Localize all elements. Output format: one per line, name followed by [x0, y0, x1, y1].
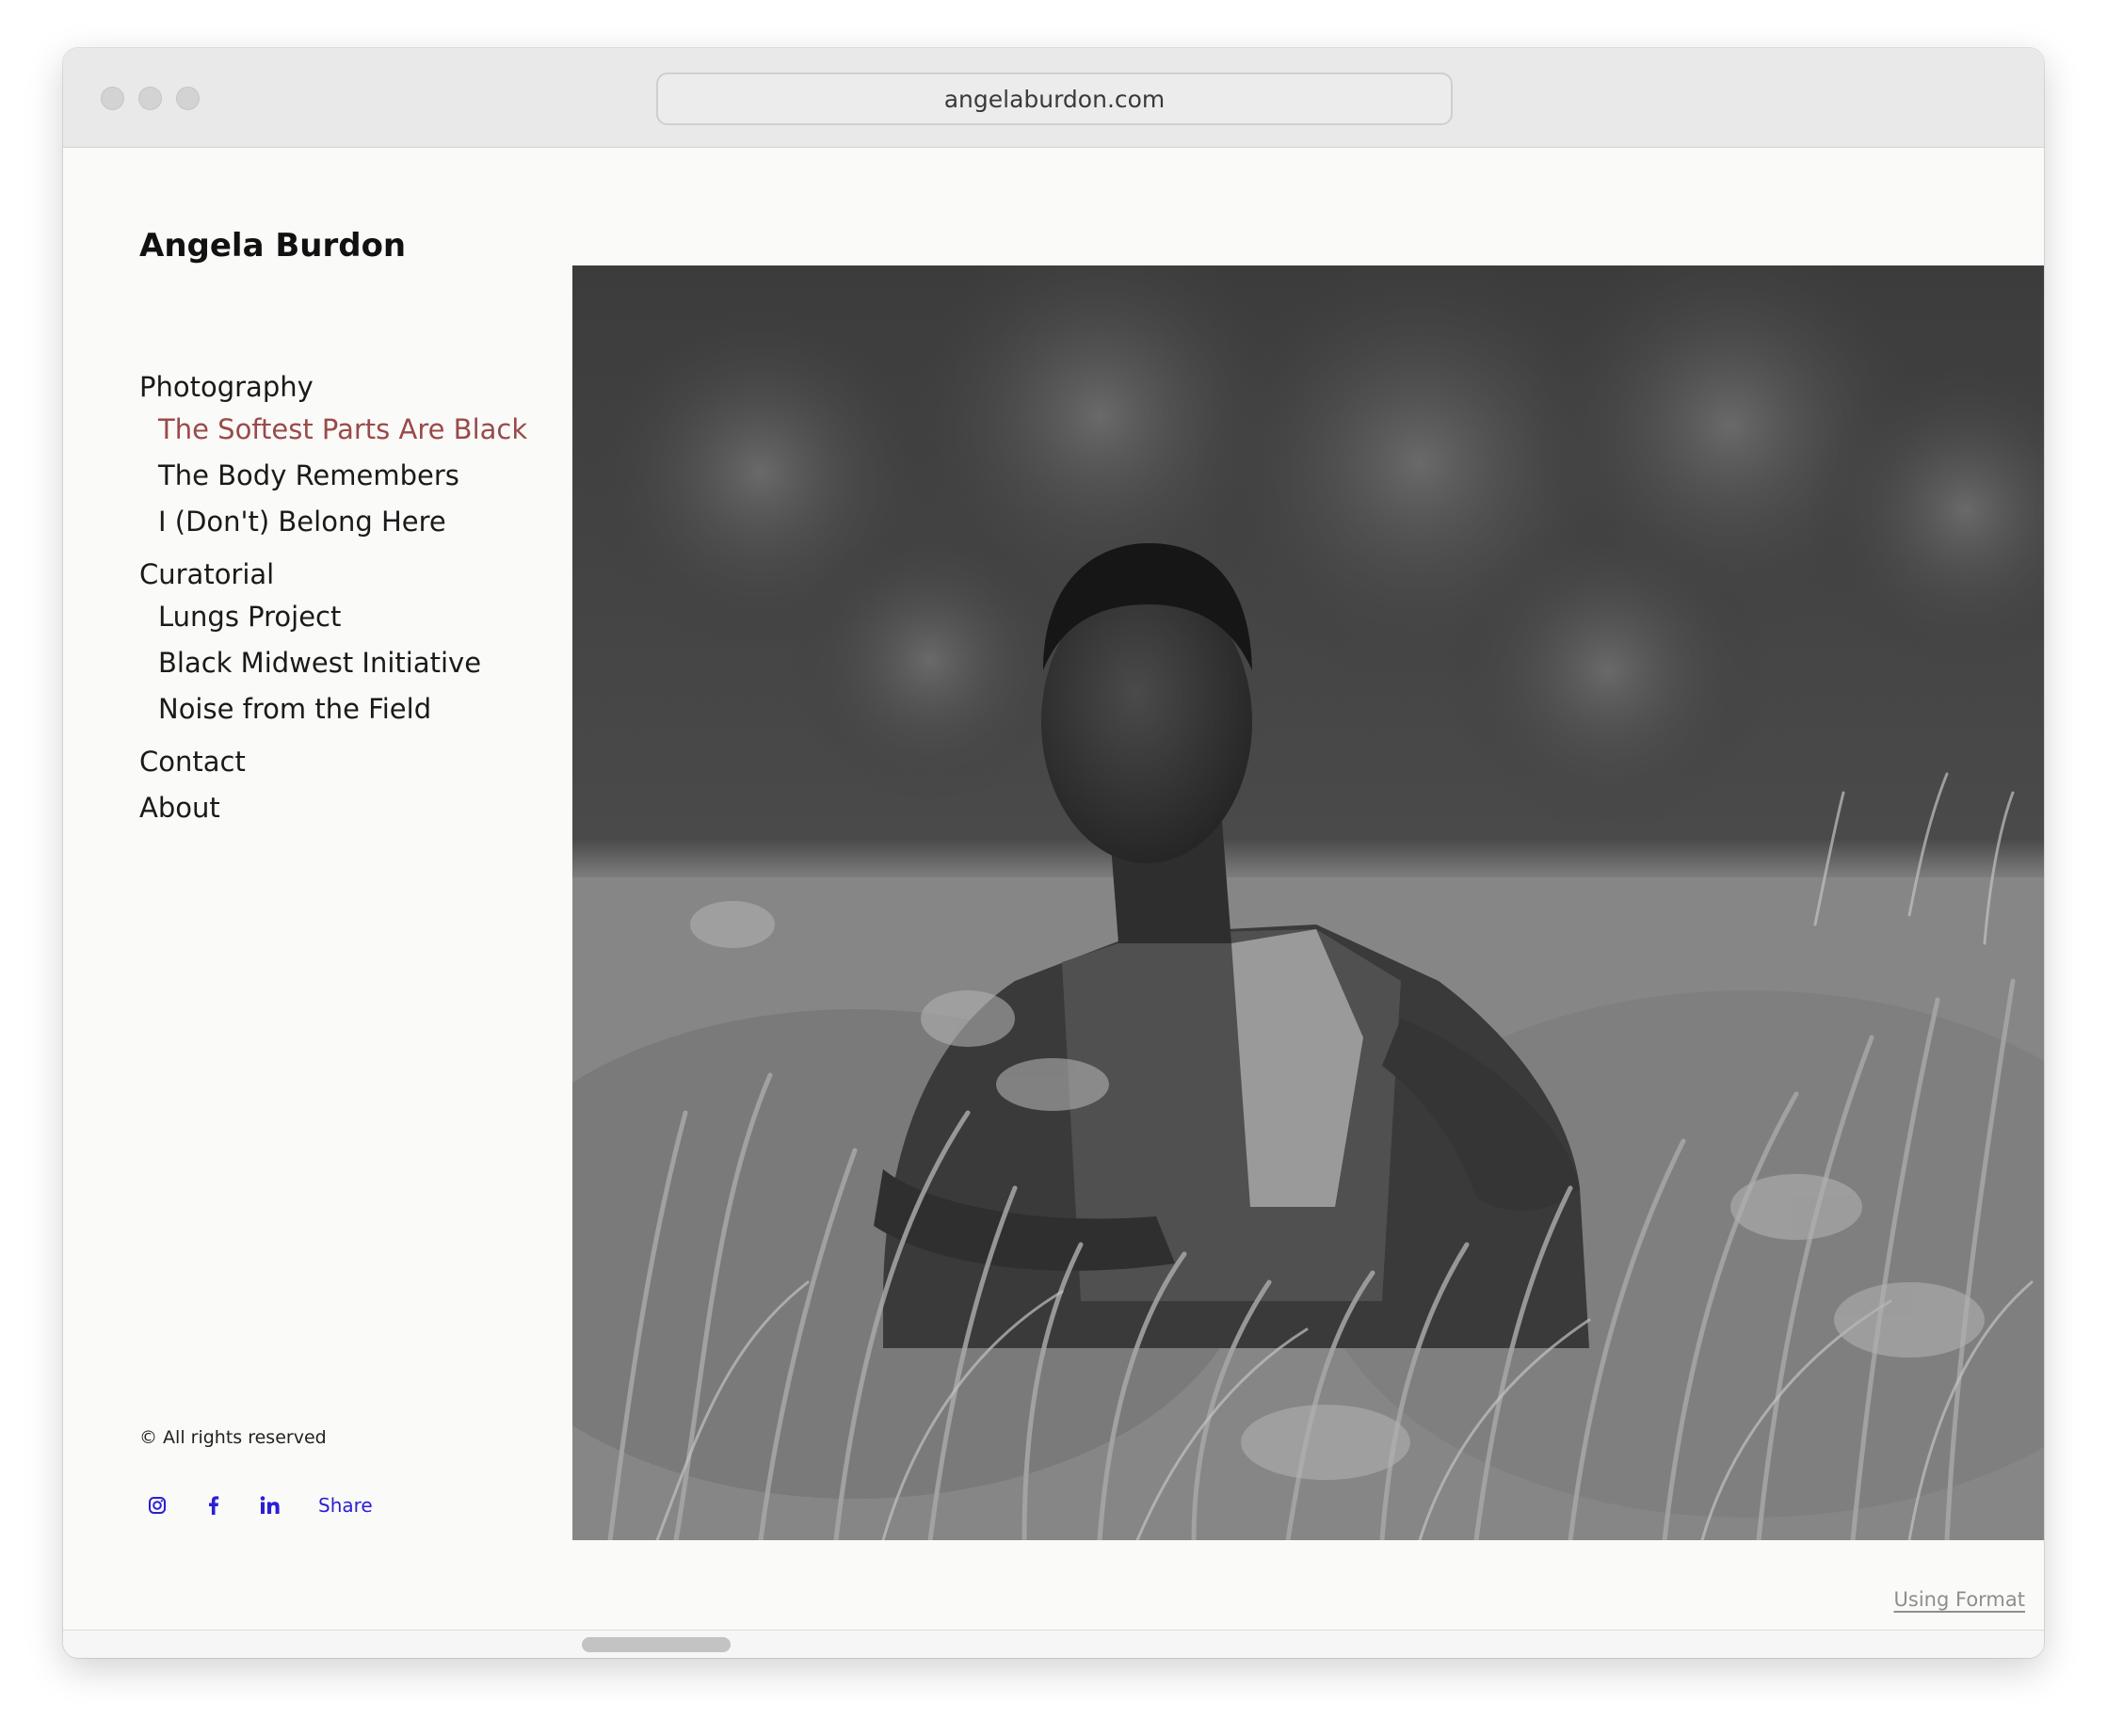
nav-item-noise-from-the-field[interactable]: Noise from the Field	[158, 693, 431, 725]
nav-item-i-dont-belong-here[interactable]: I (Don't) Belong Here	[158, 506, 446, 538]
horizontal-scrollbar-thumb[interactable]	[582, 1637, 731, 1652]
linkedin-icon[interactable]	[258, 1493, 282, 1518]
nav-item-lungs-project[interactable]: Lungs Project	[158, 601, 341, 633]
nav-item-curatorial[interactable]: Curatorial	[139, 558, 274, 590]
window-minimize-button[interactable]	[138, 87, 162, 110]
nav-item-photography[interactable]: Photography	[139, 371, 314, 403]
featured-photograph[interactable]	[572, 265, 2044, 1540]
copyright-notice: © All rights reserved	[139, 1427, 327, 1448]
nav-item-the-body-remembers[interactable]: The Body Remembers	[158, 459, 459, 491]
window-maximize-button[interactable]	[176, 87, 200, 110]
address-bar[interactable]: angelaburdon.com	[656, 72, 1453, 125]
photograph-image	[572, 265, 2044, 1540]
site-title[interactable]: Angela Burdon	[139, 227, 406, 265]
window-close-button[interactable]	[101, 87, 124, 110]
instagram-icon[interactable]	[145, 1493, 169, 1518]
nav-item-black-midwest-initiative[interactable]: Black Midwest Initiative	[158, 647, 481, 679]
facebook-icon[interactable]	[201, 1493, 226, 1518]
browser-window: angelaburdon.com Angela Burdon Photograp…	[63, 48, 2044, 1658]
share-link[interactable]: Share	[318, 1494, 373, 1517]
browser-titlebar: angelaburdon.com	[63, 48, 2044, 148]
address-bar-url: angelaburdon.com	[943, 85, 1166, 113]
horizontal-scrollbar[interactable]	[63, 1630, 2044, 1658]
nav-item-about[interactable]: About	[139, 792, 220, 824]
nav-item-contact[interactable]: Contact	[139, 746, 246, 778]
format-credit-link[interactable]: Using Format	[1894, 1588, 2025, 1611]
nav-item-the-softest-parts-are-black[interactable]: The Softest Parts Are Black	[158, 413, 527, 445]
